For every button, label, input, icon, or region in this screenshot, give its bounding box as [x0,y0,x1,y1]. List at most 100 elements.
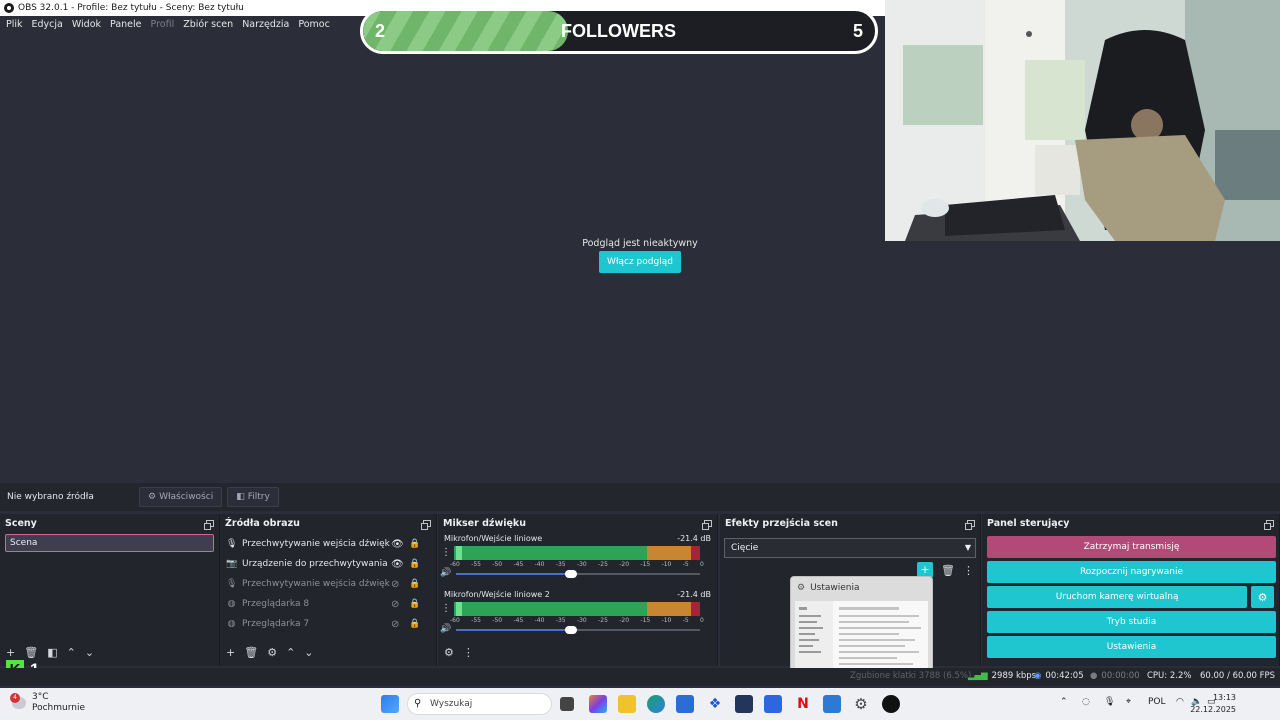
advanced-audio-icon[interactable]: ⚙ [444,646,454,659]
stop-stream-button[interactable]: Zatrzymaj transmisję [987,536,1276,558]
source-item[interactable]: ◍ Przeglądarka 7 ⊘ 🔒 [220,614,436,634]
volume-knob[interactable] [564,626,577,634]
remove-source-icon[interactable]: 🗑 [244,646,258,659]
mixer-menu-icon[interactable]: ⋮ [463,646,474,659]
transition-menu-icon[interactable]: ⋮ [963,564,974,577]
undock-icon[interactable] [702,519,712,530]
volume-slider[interactable] [456,570,700,578]
chevron-up-icon[interactable]: ⌃ [1060,697,1068,707]
source-properties-icon[interactable]: ⚙ [267,646,277,659]
undock-icon[interactable] [965,519,975,530]
tray-app-icon[interactable]: ◌ [1082,697,1090,707]
undock-icon[interactable] [1264,519,1274,530]
properties-label: Właściwości [159,492,214,502]
copilot-icon[interactable] [589,695,607,713]
eye-icon[interactable]: 👁 [391,559,404,570]
start-virtual-camera-button[interactable]: Uruchom kamerę wirtualną [987,586,1248,608]
taskbar-search[interactable]: Wyszukaj [407,693,552,715]
menu-help[interactable]: Pomoc [298,19,330,30]
lock-icon[interactable]: 🔒 [409,579,420,589]
language-indicator[interactable]: POL [1148,697,1166,707]
add-scene-icon[interactable]: + [6,646,15,659]
studio-mode-button[interactable]: Tryb studia [987,611,1276,633]
mixer-dock-header: Mikser dźwięku [438,514,717,532]
remove-scene-icon[interactable]: 🗑 [24,646,38,659]
settings-app-icon[interactable]: ⚙ [852,695,870,713]
gear-icon: ⚙ [148,492,157,502]
undock-icon[interactable] [421,519,431,530]
eye-off-icon[interactable]: ⊘ [391,619,399,630]
wifi-icon[interactable]: ◠ [1176,697,1184,707]
settings-window-thumbnail[interactable]: ⚙ Ustawienia [790,576,933,678]
scene-item[interactable]: Scena [5,534,214,552]
file-explorer-icon[interactable] [618,695,636,713]
source-item[interactable]: 🎙 Przechwytywanie wejścia dźwięku ⊘ 🔒 [220,574,436,594]
meter-tick-label: -60 [450,617,460,624]
remove-transition-icon[interactable]: 🗑 [941,564,955,577]
source-item[interactable]: 📷 Urządzenie do przechwytywania wideo👁 🔒 [220,554,436,574]
channel-header: Mikrofon/Wejście liniowe -21.4 dB [444,532,711,544]
filter-icon: ◧ [236,492,245,502]
move-down-icon[interactable]: ⌄ [85,646,94,659]
weather-badge: 4 [10,693,20,703]
microphone-tray-icon[interactable]: 🎙 [1104,697,1115,707]
speaker-icon[interactable]: 🔊 [440,568,451,578]
meter-tick-label: -40 [534,561,545,568]
eye-off-icon[interactable]: ⊘ [391,579,399,590]
dropbox-icon[interactable]: ❖ [706,695,724,713]
sources-toolbar: + 🗑 ⚙ ⌃ ⌄ [220,644,314,660]
source-name: Przechwytywanie wejścia dźwięku [242,579,390,589]
edge-icon[interactable] [647,695,665,713]
source-item[interactable]: ◍ Przeglądarka 8 ⊘ 🔒 [220,594,436,614]
unlock-icon[interactable]: 🔒 [409,559,420,569]
filters-button[interactable]: ◧ Filtry [227,487,279,507]
unlock-icon[interactable]: 🔒 [409,539,420,549]
eye-off-icon[interactable]: ⊘ [391,599,399,610]
scene-filters-icon[interactable]: ◧ [47,646,57,659]
settings-button[interactable]: Ustawienia [987,636,1276,658]
eye-icon[interactable]: 👁 [391,539,404,550]
location-icon[interactable]: ⌖ [1126,697,1131,707]
undock-icon[interactable] [204,519,214,530]
store-icon[interactable] [676,695,694,713]
enable-preview-button[interactable]: Włącz podgląd [599,251,681,273]
meter-ticks: -60 -55 -50 -45 -40 -35 -30 -25 -20 -15 -10 -5 0 [450,561,704,568]
move-up-icon[interactable]: ⌃ [67,646,76,659]
channel-menu-icon[interactable]: ⋮ [441,603,451,614]
menu-view[interactable]: Widok [72,19,101,30]
taskbar-clock[interactable]: 13:13 22.12.2025 [1190,692,1236,716]
start-recording-button[interactable]: Rozpocznij nagrywanie [987,561,1276,583]
menu-scene-collection[interactable]: Zbiór scen [183,19,233,30]
obs-taskbar-icon[interactable] [882,695,900,713]
netflix-icon[interactable]: N [794,695,812,713]
app-icon[interactable] [735,695,753,713]
menu-docks[interactable]: Panele [110,19,141,30]
menu-edit[interactable]: Edycja [32,19,63,30]
speaker-icon[interactable]: 🔊 [440,624,451,634]
mail-icon[interactable] [764,695,782,713]
menu-file[interactable]: Plik [6,19,23,30]
menu-tools[interactable]: Narzędzia [242,19,289,30]
unlock-icon[interactable]: 🔒 [409,599,420,609]
move-up-icon[interactable]: ⌃ [286,646,295,659]
volume-slider[interactable] [456,626,700,634]
menu-profile[interactable]: Profil [151,19,175,30]
meter-tick-label: -15 [640,561,651,568]
source-name: Urządzenie do przechwytywania wideo [242,559,390,569]
volume-knob[interactable] [564,570,577,578]
channel-menu-icon[interactable]: ⋮ [441,547,451,558]
virtual-camera-settings-button[interactable]: ⚙ [1251,586,1274,608]
properties-button[interactable]: ⚙ Właściwości [139,487,223,507]
channel-name: Mikrofon/Wejście liniowe [444,533,543,543]
windows-start-icon[interactable] [381,695,399,713]
photos-icon[interactable] [823,695,841,713]
weather-widget[interactable]: 4 3°C Pochmurnie [10,692,85,714]
source-item[interactable]: 🎙 Przechwytywanie wejścia dźwięku 2 👁 🔒 [220,534,436,554]
transition-select[interactable]: Cięcie ▼ [724,538,976,558]
meter-tick-label: -55 [471,561,481,568]
unlock-icon[interactable]: 🔒 [409,619,420,629]
add-source-icon[interactable]: + [226,646,235,659]
move-down-icon[interactable]: ⌄ [304,646,313,659]
task-view-icon[interactable] [560,697,574,711]
weather-temperature: 3°C [32,692,49,702]
